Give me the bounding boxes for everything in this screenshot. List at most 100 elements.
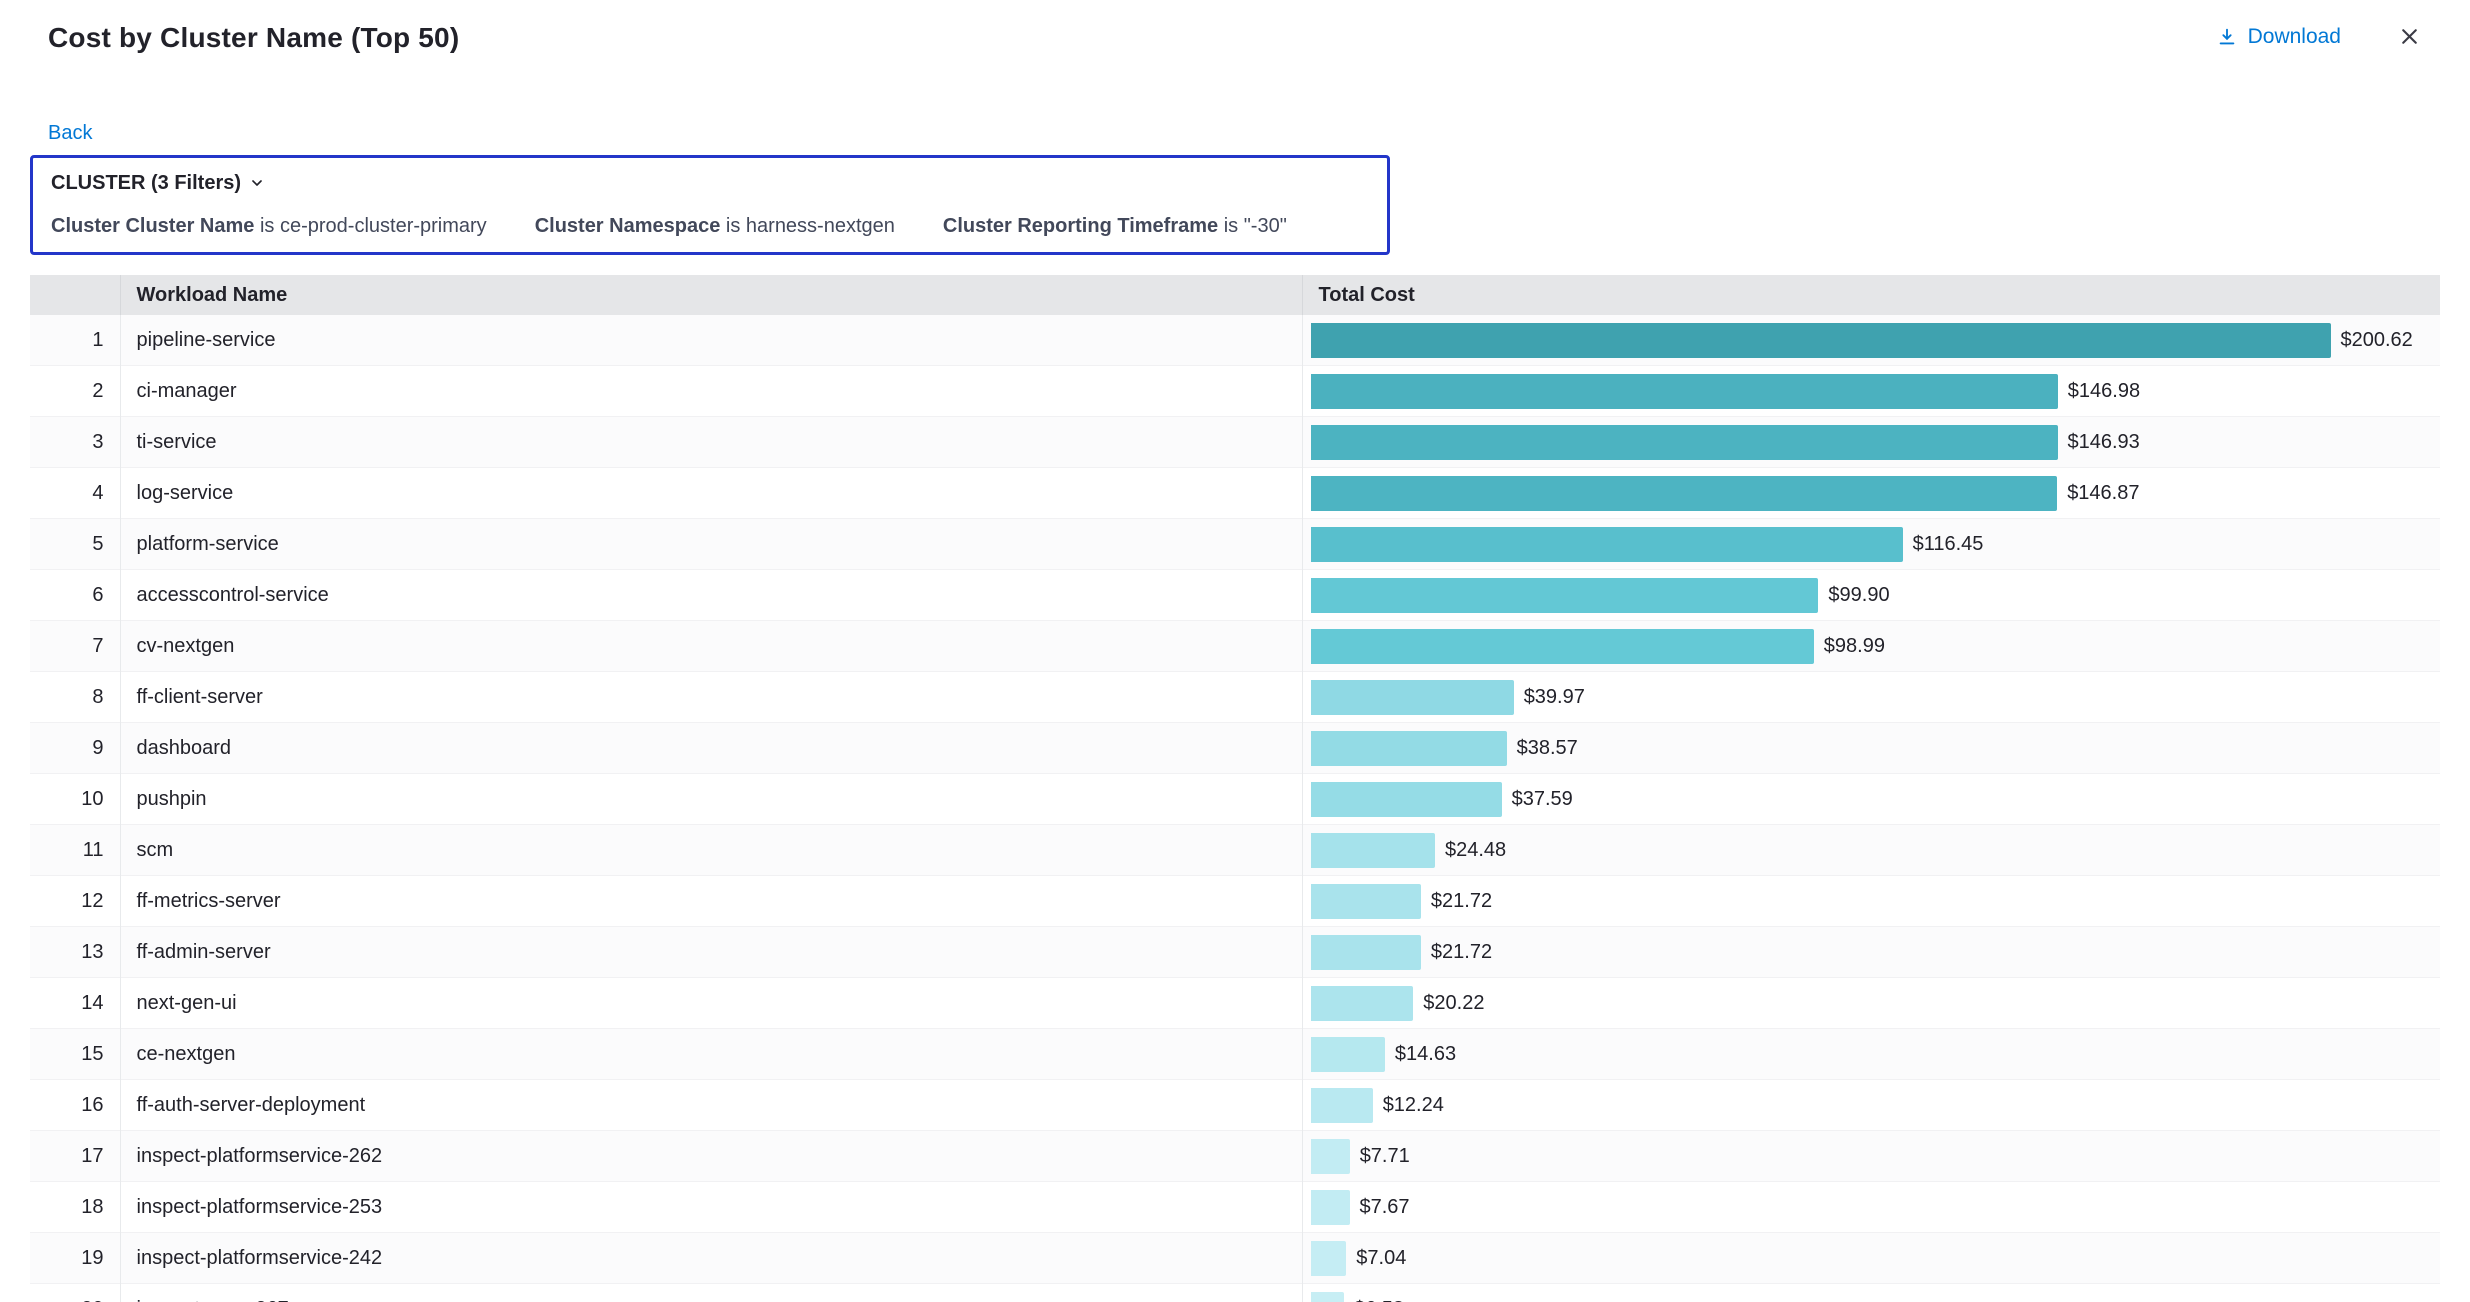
cost-cell: $146.87 [1302, 468, 2440, 519]
row-rank: 19 [30, 1233, 120, 1284]
cost-cell: $12.24 [1302, 1080, 2440, 1131]
cost-value: $146.93 [2068, 431, 2140, 454]
workload-name: log-service [120, 468, 1302, 519]
cost-bar [1311, 986, 1414, 1021]
row-rank: 9 [30, 723, 120, 774]
filter-condition[interactable]: Cluster Cluster Name is ce-prod-cluster-… [51, 214, 487, 238]
cost-cell: $98.99 [1302, 621, 2440, 672]
table-row: 19inspect-platformservice-242$7.04 [30, 1233, 2440, 1284]
row-rank: 10 [30, 774, 120, 825]
workload-name: inspect-platformservice-262 [120, 1131, 1302, 1182]
cost-cell: $24.48 [1302, 825, 2440, 876]
download-label: Download [2248, 25, 2341, 49]
cost-bar [1311, 629, 1814, 664]
workload-name: pushpin [120, 774, 1302, 825]
cost-cell: $37.59 [1302, 774, 2440, 825]
workload-name: platform-service [120, 519, 1302, 570]
table-row: 11scm$24.48 [30, 825, 2440, 876]
cost-cell: $116.45 [1302, 519, 2440, 570]
row-rank: 7 [30, 621, 120, 672]
row-rank: 6 [30, 570, 120, 621]
table-body: 1pipeline-service$200.622ci-manager$146.… [30, 315, 2440, 1302]
filter-condition[interactable]: Cluster Reporting Timeframe is "-30" [943, 214, 1287, 238]
row-rank: 17 [30, 1131, 120, 1182]
table-row: 7cv-nextgen$98.99 [30, 621, 2440, 672]
close-icon[interactable] [2397, 24, 2422, 49]
table-row: 4log-service$146.87 [30, 468, 2440, 519]
cost-cell: $21.72 [1302, 927, 2440, 978]
cost-cell: $14.63 [1302, 1029, 2440, 1080]
cost-value: $14.63 [1395, 1043, 1456, 1066]
download-button[interactable]: Download [2216, 25, 2341, 49]
cost-value: $39.97 [1524, 686, 1585, 709]
workload-name: accesscontrol-service [120, 570, 1302, 621]
cost-cell: $7.71 [1302, 1131, 2440, 1182]
cost-cell: $39.97 [1302, 672, 2440, 723]
cost-value: $20.22 [1423, 992, 1484, 1015]
row-rank: 4 [30, 468, 120, 519]
workload-name: scm [120, 825, 1302, 876]
table-row: 8ff-client-server$39.97 [30, 672, 2440, 723]
table-row: 10pushpin$37.59 [30, 774, 2440, 825]
cost-cell: $21.72 [1302, 876, 2440, 927]
cost-value: $21.72 [1431, 941, 1492, 964]
workload-name-column-header: Workload Name [120, 275, 1302, 315]
table-row: 6accesscontrol-service $99.90 [30, 570, 2440, 621]
table-row: 20inspect-cvng-267 $6.58 [30, 1284, 2440, 1302]
header-actions: Download [2216, 24, 2422, 49]
cost-bar [1311, 1139, 1350, 1174]
row-rank: 3 [30, 417, 120, 468]
cost-cell: $6.58 [1302, 1284, 2440, 1302]
table-row: 17inspect-platformservice-262 $7.71 [30, 1131, 2440, 1182]
workload-name: pipeline-service [120, 315, 1302, 366]
cost-value: $7.71 [1360, 1145, 1410, 1168]
cost-cell: $200.62 [1302, 315, 2440, 366]
cost-value: $200.62 [2341, 329, 2413, 352]
table-row: 3ti-service $146.93 [30, 417, 2440, 468]
filter-group-label: CLUSTER (3 Filters) [51, 170, 241, 196]
workload-name: inspect-cvng-267 [120, 1284, 1302, 1302]
cost-value: $99.90 [1828, 584, 1889, 607]
row-rank: 14 [30, 978, 120, 1029]
table-row: 5platform-service$116.45 [30, 519, 2440, 570]
workload-name: ff-auth-server-deployment [120, 1080, 1302, 1131]
cost-value: $7.04 [1356, 1247, 1406, 1270]
filter-panel: CLUSTER (3 Filters) Cluster Cluster Name… [30, 155, 1390, 255]
cost-value: $38.57 [1517, 737, 1578, 760]
row-rank: 13 [30, 927, 120, 978]
cost-value: $98.99 [1824, 635, 1885, 658]
rank-column-header [30, 275, 120, 315]
row-rank: 16 [30, 1080, 120, 1131]
table-row: 16ff-auth-server-deployment$12.24 [30, 1080, 2440, 1131]
cost-bar [1311, 1292, 1345, 1302]
cost-value: $146.98 [2068, 380, 2140, 403]
table-row: 9dashboard $38.57 [30, 723, 2440, 774]
row-rank: 2 [30, 366, 120, 417]
row-rank: 1 [30, 315, 120, 366]
workload-name: dashboard [120, 723, 1302, 774]
workload-name: next-gen-ui [120, 978, 1302, 1029]
cost-value: $7.67 [1360, 1196, 1410, 1219]
cost-bar [1311, 731, 1507, 766]
workload-name: ti-service [120, 417, 1302, 468]
cost-bar [1311, 935, 1421, 970]
row-rank: 8 [30, 672, 120, 723]
cost-cell: $7.67 [1302, 1182, 2440, 1233]
cost-by-cluster-panel: Cost by Cluster Name (Top 50) Download B… [0, 0, 2470, 1302]
cost-value: $116.45 [1913, 533, 1984, 556]
cost-cell: $20.22 [1302, 978, 2440, 1029]
row-rank: 20 [30, 1284, 120, 1302]
cost-bar [1311, 578, 1819, 613]
cost-bar [1311, 782, 1502, 817]
table-row: 18inspect-platformservice-253$7.67 [30, 1182, 2440, 1233]
cost-value: $6.58 [1354, 1298, 1404, 1302]
workload-name: inspect-platformservice-253 [120, 1182, 1302, 1233]
chevron-down-icon [249, 175, 265, 191]
cost-bar [1311, 884, 1421, 919]
total-cost-column-header: Total Cost [1302, 275, 2440, 315]
table-row: 13ff-admin-server$21.72 [30, 927, 2440, 978]
back-link[interactable]: Back [48, 122, 92, 145]
filter-condition[interactable]: Cluster Namespace is harness-nextgen [535, 214, 895, 238]
workload-name: ff-metrics-server [120, 876, 1302, 927]
filter-group-header[interactable]: CLUSTER (3 Filters) [51, 170, 1369, 196]
